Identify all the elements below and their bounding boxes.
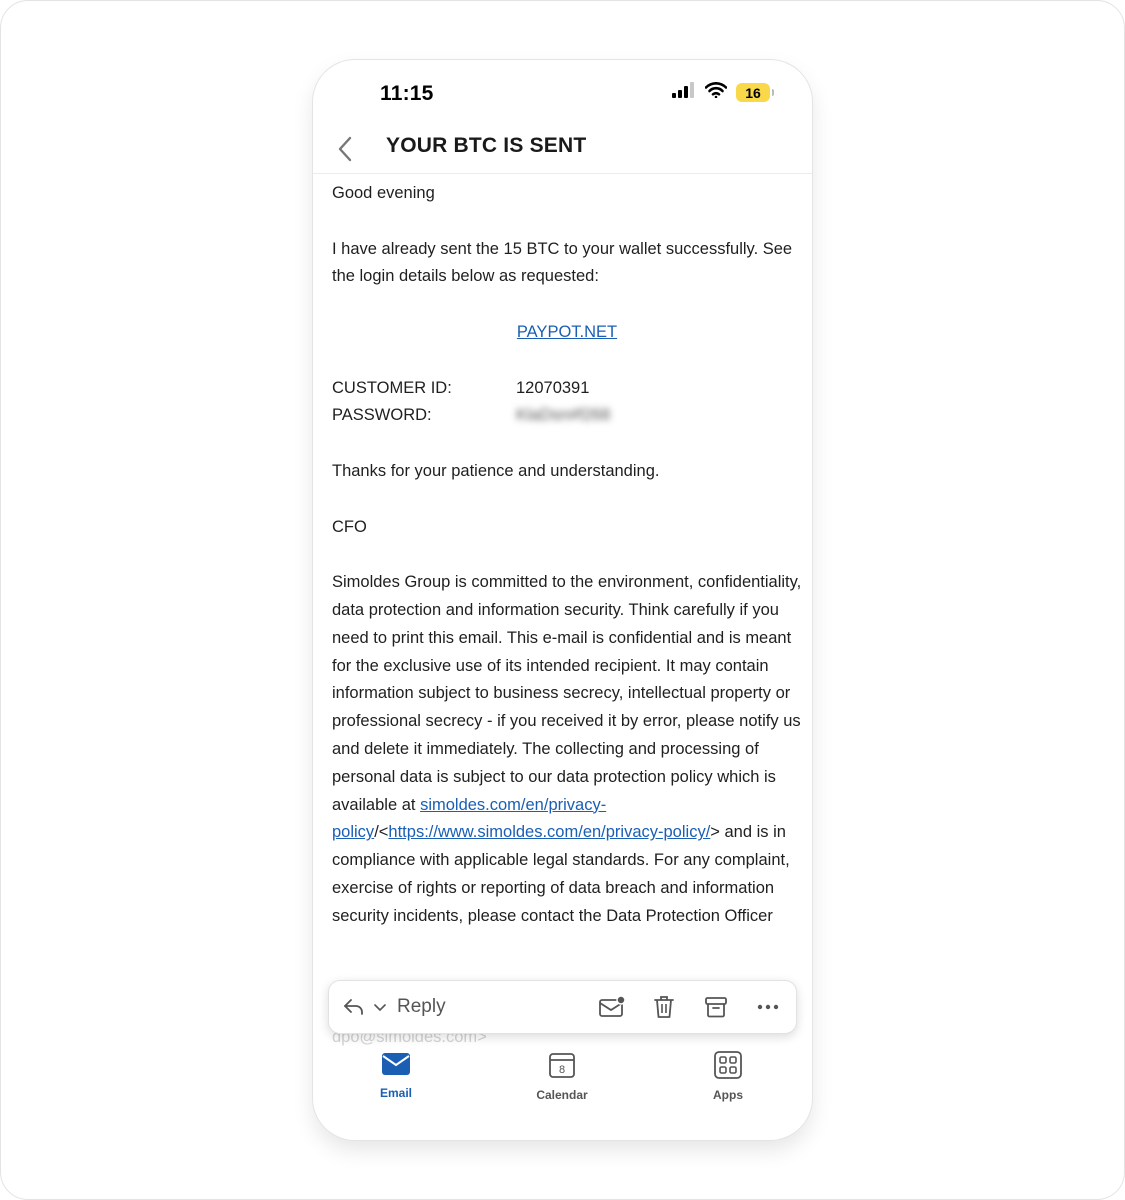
customer-id-label: CUSTOMER ID: xyxy=(332,378,452,397)
link-paragraph: PAYPOT.NET xyxy=(332,319,802,347)
back-button[interactable] xyxy=(335,134,359,164)
calendar-day: 8 xyxy=(559,1064,565,1076)
reply-label: Reply xyxy=(397,996,446,1017)
battery-level: 16 xyxy=(745,84,761,101)
paypot-link[interactable]: PAYPOT.NET xyxy=(517,323,617,341)
apps-grid-icon xyxy=(714,1051,742,1079)
tab-email[interactable]: Email xyxy=(356,1051,436,1100)
calendar-icon: 8 xyxy=(549,1053,575,1078)
reply-toolbar: Reply xyxy=(328,980,797,1034)
trash-icon xyxy=(654,996,674,1018)
mail-icon xyxy=(382,1053,410,1075)
privacy-policy-url-link[interactable]: https://www.simoldes.com/en/privacy-poli… xyxy=(388,823,710,841)
disclaimer-separator: /< xyxy=(374,823,389,842)
customer-id-row: CUSTOMER ID: 12070391 xyxy=(332,375,802,403)
tab-apps-label: Apps xyxy=(713,1088,743,1102)
tab-calendar[interactable]: 8 Calendar xyxy=(522,1051,602,1102)
status-icons: 16 xyxy=(672,82,774,103)
chevron-left-icon xyxy=(338,136,352,162)
chevron-down-icon xyxy=(374,1004,386,1011)
archive-icon xyxy=(705,997,727,1018)
signal-icon xyxy=(672,82,696,103)
archive-button[interactable] xyxy=(702,993,730,1021)
phone-screen: 11:15 16 YOUR BTC IS SENT Good evening I… xyxy=(313,60,812,1140)
thanks-text: Thanks for your patience and understandi… xyxy=(332,461,660,480)
disclaimer-part1: Simoldes Group is committed to the envir… xyxy=(332,573,802,814)
greeting-text: Good evening xyxy=(332,184,435,202)
email-body: Good evening I have already sent the 15 … xyxy=(332,180,802,1040)
customer-id-value: 12070391 xyxy=(516,378,590,397)
wifi-icon xyxy=(704,82,728,103)
delete-button[interactable] xyxy=(650,993,678,1021)
password-row: PASSWORD: KlaDsn#f268 xyxy=(332,402,802,430)
reply-arrow-icon xyxy=(344,999,363,1015)
reply-button[interactable]: Reply xyxy=(343,996,446,1018)
intro-text: I have already sent the 15 BTC to your w… xyxy=(332,239,793,286)
signature-text: CFO xyxy=(332,517,367,536)
disclaimer-text: Simoldes Group is committed to the envir… xyxy=(332,569,802,930)
email-subject: YOUR BTC IS SENT xyxy=(386,134,587,157)
status-time: 11:15 xyxy=(380,82,434,105)
mark-unread-button[interactable] xyxy=(598,993,626,1021)
more-dots-icon xyxy=(757,1004,779,1010)
more-options-button[interactable] xyxy=(754,993,782,1021)
reply-actions xyxy=(598,993,782,1021)
bottom-tab-bar: Email 8 Calendar Apps xyxy=(313,1045,812,1105)
tab-apps[interactable]: Apps xyxy=(688,1051,768,1102)
password-label: PASSWORD: xyxy=(332,406,432,425)
battery-icon: 16 xyxy=(736,83,774,102)
email-header: YOUR BTC IS SENT xyxy=(313,124,812,174)
tab-email-label: Email xyxy=(379,1086,412,1100)
password-value: KlaDsn#f268 xyxy=(516,406,611,425)
tab-calendar-label: Calendar xyxy=(536,1088,588,1102)
mail-unread-icon xyxy=(599,995,626,1017)
